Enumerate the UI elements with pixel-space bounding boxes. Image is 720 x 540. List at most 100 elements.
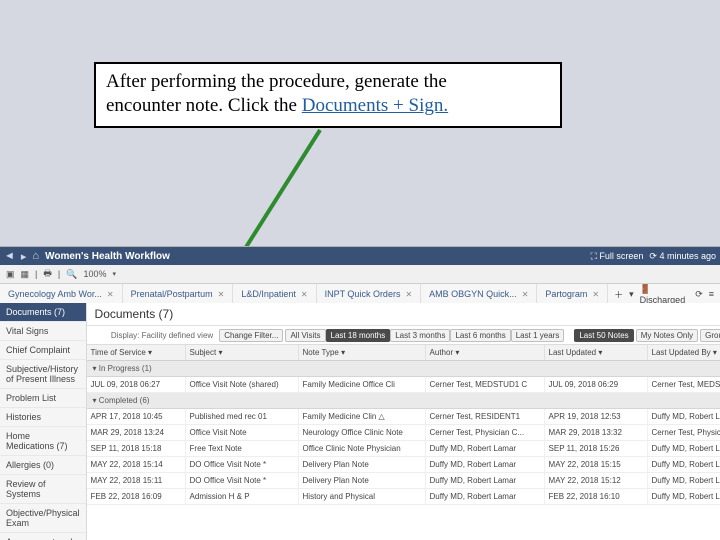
range-filter-button[interactable]: Last 6 months (450, 329, 510, 342)
tab-0[interactable]: Gynecology Amb Wor...✕ (0, 284, 123, 304)
last-50-notes-button[interactable]: Last 50 Notes (574, 329, 633, 342)
table-cell: Duffy MD, Robert Lamar (426, 441, 545, 456)
table-cell: Office Visit Note (shared) (186, 377, 299, 392)
table-cell: Neurology Office Clinic Note (299, 425, 426, 440)
app-window: ◄ ▸ ⌂ Women's Health Workflow ⛶ Full scr… (0, 246, 720, 540)
table-cell: Duffy MD, Robert Lamar (648, 473, 720, 488)
column-header[interactable]: Last Updated ▾ (545, 345, 648, 360)
table-cell: DO Office Visit Note * (186, 473, 299, 488)
sidebar-item-9[interactable]: Objective/Physical Exam (0, 504, 86, 533)
table-cell: Cerner Test, MEDSTUD1 C (648, 377, 720, 392)
filter-display-label: Display: Facility defined view (111, 331, 213, 340)
nav-back-icon[interactable]: ◄ (4, 250, 15, 262)
tab-label: AMB OBGYN Quick... (429, 289, 517, 299)
toolbar-maximize-icon[interactable]: ▣ (6, 269, 15, 280)
range-filter-button[interactable]: Last 3 months (390, 329, 450, 342)
table-row[interactable]: FEB 22, 2018 16:09Admission H & PHistory… (87, 489, 720, 505)
filter-bar: Display: Facility defined view Change Fi… (87, 326, 720, 345)
tab-1[interactable]: Prenatal/Postpartum✕ (123, 284, 234, 304)
sidebar-item-7[interactable]: Allergies (0) (0, 456, 86, 475)
column-header[interactable]: Last Updated By ▾ (648, 345, 720, 360)
close-icon[interactable]: ✕ (522, 290, 529, 299)
change-filter-button[interactable]: Change Filter... (219, 329, 283, 342)
close-icon[interactable]: ✕ (592, 290, 599, 299)
table-cell: Cerner Test, Physician C... (648, 425, 720, 440)
column-header[interactable]: Note Type ▾ (299, 345, 426, 360)
tab-menu-icon[interactable]: ▾ (629, 289, 634, 300)
nav-home-icon[interactable]: ⌂ (32, 250, 39, 262)
table-cell: MAY 22, 2018 15:15 (545, 457, 648, 472)
toolbar: ▣ ▦ | 🖶 | 🔍 100% ▾ (0, 265, 720, 284)
table-cell: Duffy MD, Robert Lamar (426, 457, 545, 472)
discharge-button[interactable]: 🚪 Discharged (640, 284, 690, 305)
table-cell: APR 19, 2018 12:53 (545, 409, 648, 424)
sidebar-item-8[interactable]: Review of Systems (0, 475, 86, 504)
column-header[interactable]: Time of Service ▾ (87, 345, 186, 360)
tabs-refresh-icon[interactable]: ⟳ (695, 289, 703, 300)
table-cell: FEB 22, 2018 16:09 (87, 489, 186, 504)
table-cell: DO Office Visit Note * (186, 457, 299, 472)
table-group-header[interactable]: ▾ Completed (6) (87, 393, 720, 409)
table-cell: Cerner Test, RESIDENT1 (426, 409, 545, 424)
tab-4[interactable]: AMB OBGYN Quick... ✕ (421, 284, 537, 304)
nav-fwd-icon[interactable]: ▸ (21, 250, 27, 263)
tab-label: INPT Quick Orders (325, 289, 401, 299)
toolbar-dropdown-icon[interactable]: ▾ (112, 270, 116, 278)
toolbar-zoom-icon[interactable]: 🔍 (66, 269, 77, 280)
table-cell: Duffy MD, Robert Lamar (426, 473, 545, 488)
table-cell: Duffy MD, Robert Lamar (426, 489, 545, 504)
table-cell: History and Physical (299, 489, 426, 504)
sidebar: Documents (7)Vital SignsChief ComplaintS… (0, 303, 87, 540)
close-icon[interactable]: ✕ (405, 290, 412, 299)
table-cell: MAY 22, 2018 15:11 (87, 473, 186, 488)
instruction-text-1: After performing the procedure, generate… (106, 71, 447, 92)
tabs-settings-icon[interactable]: ≡ (709, 289, 714, 299)
table-row[interactable]: MAY 22, 2018 15:14DO Office Visit Note *… (87, 457, 720, 473)
fullscreen-button[interactable]: ⛶ Full screen (591, 251, 644, 262)
close-icon[interactable]: ✕ (107, 290, 114, 299)
tab-2[interactable]: L&D/Inpatient✕ (233, 284, 316, 304)
sidebar-item-4[interactable]: Problem List (0, 389, 86, 408)
tab-add-button[interactable]: ＋ (614, 288, 623, 301)
table-row[interactable]: MAR 29, 2018 13:24Office Visit NoteNeuro… (87, 425, 720, 441)
tab-3[interactable]: INPT Quick Orders ✕ (317, 284, 422, 304)
group-by-encounter-button[interactable]: Group by Encounter (700, 329, 720, 342)
tab-5[interactable]: Partogram✕ (537, 284, 608, 304)
close-icon[interactable]: ✕ (218, 290, 225, 299)
column-header[interactable]: Author ▾ (426, 345, 545, 360)
range-filter-button[interactable]: Last 18 months (326, 329, 391, 342)
table-cell: Duffy MD, Robert Lamar (648, 457, 720, 472)
range-filter-button[interactable]: Last 1 years (511, 329, 565, 342)
table-row[interactable]: JUL 09, 2018 06:27Office Visit Note (sha… (87, 377, 720, 393)
table-cell: Delivery Plan Note (299, 457, 426, 472)
window-titlebar: ◄ ▸ ⌂ Women's Health Workflow ⛶ Full scr… (0, 247, 720, 265)
table-row[interactable]: MAY 22, 2018 15:11DO Office Visit Note *… (87, 473, 720, 489)
table-cell: Delivery Plan Note (299, 473, 426, 488)
range-filter-button[interactable]: All Visits (285, 329, 325, 342)
table-group-header[interactable]: ▾ In Progress (1) (87, 361, 720, 377)
zoom-level[interactable]: 100% (83, 269, 106, 279)
table-cell: JUL 09, 2018 06:29 (545, 377, 648, 392)
sidebar-item-2[interactable]: Chief Complaint (0, 341, 86, 360)
table-row[interactable]: APR 17, 2018 10:45Published med rec 01Fa… (87, 409, 720, 425)
sidebar-item-1[interactable]: Vital Signs (0, 322, 86, 341)
table-cell: Cerner Test, MEDSTUD1 C (426, 377, 545, 392)
sidebar-item-5[interactable]: Histories (0, 408, 86, 427)
documents-header: Documents (7) (87, 303, 720, 326)
table-cell: MAY 22, 2018 15:12 (545, 473, 648, 488)
table-cell: JUL 09, 2018 06:27 (87, 377, 186, 392)
toolbar-tools-icon[interactable]: ▦ (21, 269, 30, 280)
sidebar-item-6[interactable]: Home Medications (7) (0, 427, 86, 456)
table-cell: Admission H & P (186, 489, 299, 504)
table-row[interactable]: SEP 11, 2018 15:18Free Text NoteOffice C… (87, 441, 720, 457)
close-icon[interactable]: ✕ (301, 290, 308, 299)
my-notes-only-button[interactable]: My Notes Only (636, 329, 698, 342)
column-header[interactable]: Subject ▾ (186, 345, 299, 360)
sidebar-item-10[interactable]: Assessment and Plan (0, 533, 86, 540)
instruction-text-2a: encounter note. Click the (106, 95, 302, 116)
toolbar-print-icon[interactable]: 🖶 (43, 266, 52, 282)
sidebar-item-3[interactable]: Subjective/History of Present Illness (0, 360, 86, 389)
sidebar-item-0[interactable]: Documents (7) (0, 303, 86, 322)
table-cell: FEB 22, 2018 16:10 (545, 489, 648, 504)
table-cell: APR 17, 2018 10:45 (87, 409, 186, 424)
